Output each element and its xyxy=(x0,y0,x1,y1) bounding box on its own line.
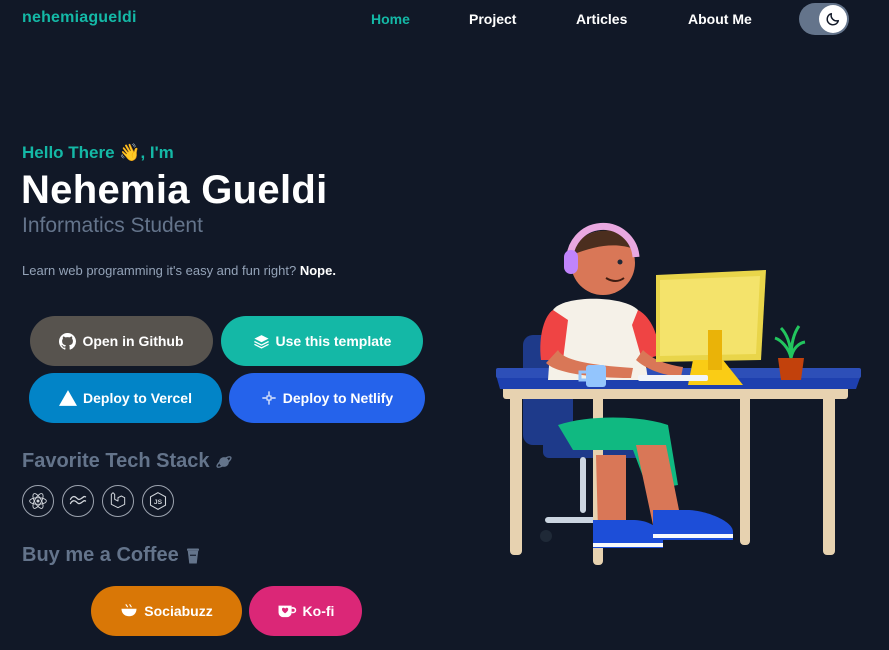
nav-link-home[interactable]: Home xyxy=(371,11,410,27)
laravel-icon[interactable] xyxy=(102,485,134,517)
developer-illustration xyxy=(496,222,861,565)
plant-pot xyxy=(778,358,804,380)
netlify-button-label: Deploy to Netlify xyxy=(282,390,394,406)
hero-name: Nehemia Gueldi xyxy=(21,168,328,212)
kofi-label: Ko-fi xyxy=(302,603,335,619)
tech-stack-title: Favorite Tech Stack xyxy=(22,450,210,472)
vercel-icon xyxy=(59,390,78,406)
plant-leaves xyxy=(774,325,806,359)
greeting-text: Hello There 👋, I'm xyxy=(22,143,174,162)
github-icon xyxy=(59,332,77,350)
theme-toggle[interactable] xyxy=(799,3,849,35)
hero-tagline: Learn web programming it's easy and fun … xyxy=(22,263,336,278)
tagline-text: Learn web programming it's easy and fun … xyxy=(22,263,297,278)
planet-icon xyxy=(216,455,233,468)
desk-leg-right xyxy=(823,390,835,555)
coffee-title: Buy me a Coffee xyxy=(22,544,179,566)
nav-link-project[interactable]: Project xyxy=(469,11,516,27)
mug xyxy=(586,365,606,387)
sociabuzz-button[interactable]: Sociabuzz xyxy=(91,586,242,636)
keyboard xyxy=(638,375,708,381)
coffee-heading: Buy me a Coffee xyxy=(22,544,201,567)
moon-icon xyxy=(819,5,847,33)
use-template-button[interactable]: Use this template xyxy=(221,316,423,366)
svg-text:JS: JS xyxy=(154,499,163,506)
brand-logo[interactable]: nehemiagueldi xyxy=(22,9,137,27)
deploy-vercel-button[interactable]: Deploy to Vercel xyxy=(29,373,222,423)
template-button-label: Use this template xyxy=(275,333,392,349)
nav-link-articles[interactable]: Articles xyxy=(576,11,627,27)
nav-link-about-me[interactable]: About Me xyxy=(688,11,752,27)
hero-role: Informatics Student xyxy=(22,214,203,237)
tagline-emphasis: Nope. xyxy=(299,263,336,278)
vercel-button-label: Deploy to Vercel xyxy=(83,390,192,406)
coffee-bowl-icon xyxy=(121,604,137,617)
coffee-cup-icon xyxy=(186,548,199,563)
layers-icon xyxy=(253,334,269,349)
react-icon[interactable] xyxy=(22,485,54,517)
github-button-label: Open in Github xyxy=(82,333,184,349)
sociabuzz-label: Sociabuzz xyxy=(144,603,213,619)
tech-stack-icons: JS xyxy=(22,485,174,517)
kofi-cup-icon xyxy=(278,605,296,618)
open-in-github-button[interactable]: Open in Github xyxy=(30,316,213,366)
nodejs-icon[interactable]: JS xyxy=(142,485,174,517)
desk-leg-left xyxy=(510,390,522,555)
tech-stack-heading: Favorite Tech Stack xyxy=(22,450,233,473)
deploy-netlify-button[interactable]: Deploy to Netlify xyxy=(229,373,425,423)
tailwind-icon[interactable] xyxy=(62,485,94,517)
netlify-icon xyxy=(262,391,276,405)
kofi-button[interactable]: Ko-fi xyxy=(249,586,362,636)
top-navbar: nehemiagueldi Home Project Articles Abou… xyxy=(0,0,889,38)
